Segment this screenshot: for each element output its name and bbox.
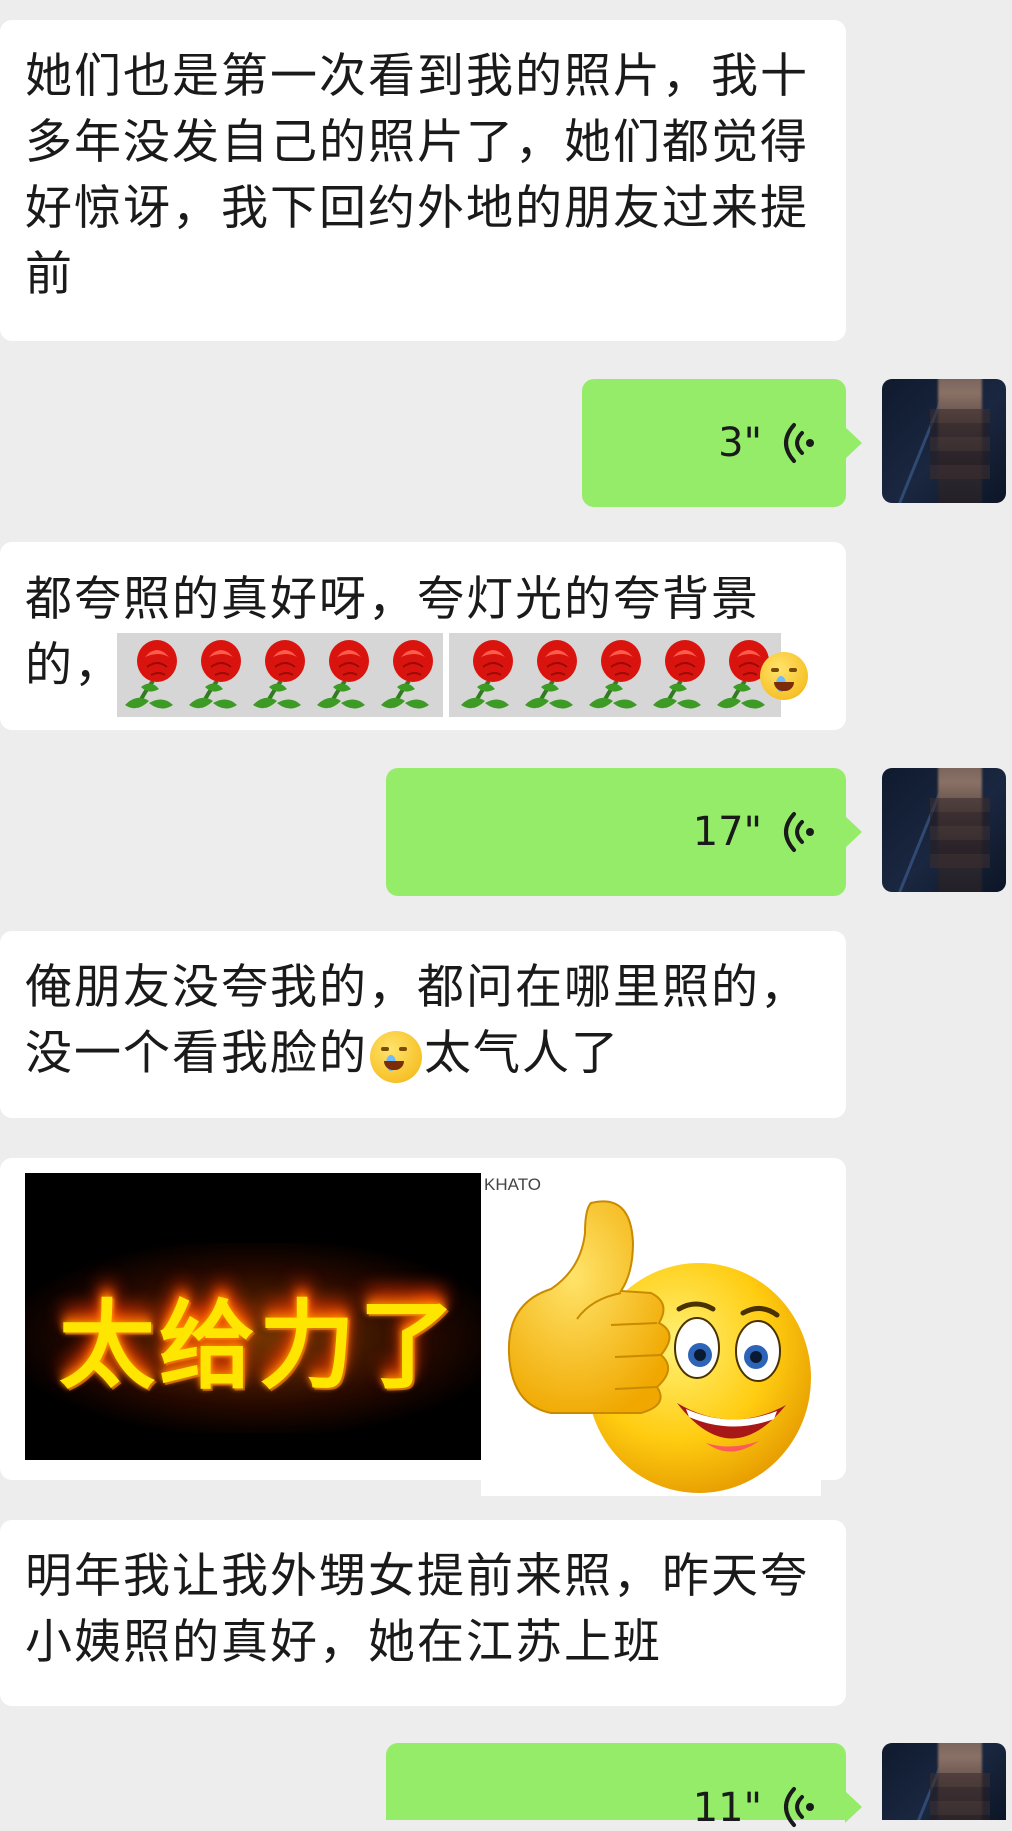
user-avatar[interactable] (882, 379, 1006, 503)
rose-emoji (189, 640, 241, 709)
rose-emoji (381, 640, 433, 709)
rose-emoji-row (117, 633, 781, 717)
thumbs-up-smiley-icon (507, 1200, 811, 1493)
message-text: 她们也是第一次看到我的照片，我十多年没发自己的照片了，她们都觉得好惊讶，我下回约… (25, 49, 809, 302)
voice-duration: 11" (692, 1785, 762, 1831)
sticker-text: 太给力了 (59, 1290, 459, 1402)
voice-wave-icon (784, 423, 814, 463)
user-avatar[interactable] (882, 1743, 1006, 1820)
rose-emoji (317, 640, 369, 709)
voice-wave-icon (784, 812, 814, 852)
rose-emoji (653, 640, 705, 709)
voice-duration: 3" (718, 420, 762, 466)
rose-emoji (125, 640, 177, 709)
message-text: 都夸照的真好呀，夸灯光的夸背景的， (25, 572, 760, 693)
fire-text-sticker[interactable]: 太给力了 (25, 1173, 481, 1460)
rose-emoji (461, 640, 513, 709)
voice-message-bubble[interactable]: 17" (386, 768, 862, 896)
voice-message-bubble[interactable]: 11" (386, 1743, 862, 1831)
rose-emoji (589, 640, 641, 709)
loudly-crying-face-emoji (370, 1030, 422, 1083)
message-bubble-incoming[interactable]: 明年我让我外甥女提前来照，昨天夸小姨照的真好，她在江苏上班 (0, 1520, 846, 1706)
voice-message-bubble[interactable]: 3" (582, 379, 862, 507)
rose-emoji (525, 640, 577, 709)
sticker-watermark: KHATO (484, 1175, 541, 1194)
message-bubble-incoming[interactable]: 都夸照的真好呀，夸灯光的夸背景的， (0, 542, 846, 730)
crying-face-emoji (760, 652, 808, 700)
rose-emoji (253, 640, 305, 709)
message-text: 太气人了 (424, 1026, 620, 1081)
thumbs-up-smiley-sticker[interactable]: KHATO (481, 1173, 821, 1496)
voice-wave-icon (784, 1787, 814, 1827)
user-avatar[interactable] (882, 768, 1006, 892)
message-text-wrapper: 俺朋友没夸我的，都问在哪里照的，没一个看我脸的 太气人了 (25, 955, 816, 1087)
message-bubble-incoming[interactable]: 她们也是第一次看到我的照片，我十多年没发自己的照片了，她们都觉得好惊讶，我下回约… (0, 20, 846, 341)
message-bubble-incoming[interactable]: 俺朋友没夸我的，都问在哪里照的，没一个看我脸的 太气人了 (0, 931, 846, 1118)
message-text: 明年我让我外甥女提前来照，昨天夸小姨照的真好，她在江苏上班 (25, 1549, 809, 1670)
voice-duration: 17" (692, 809, 762, 855)
